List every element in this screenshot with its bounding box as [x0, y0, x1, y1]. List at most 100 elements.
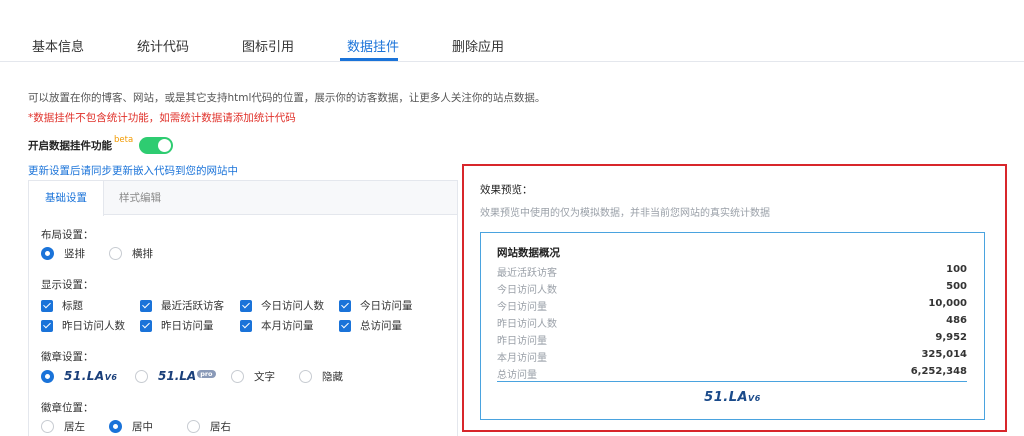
stat-row: 今日访问量 10,000 [497, 298, 967, 314]
settings-tab-bar: 基础设置 样式编辑 [29, 181, 457, 216]
checkbox-checked [41, 299, 53, 312]
settings-panel: 基础设置 样式编辑 布局设置： 竖排 横排 显示设置： 标题 最近活跃访客 今日… [28, 180, 458, 436]
enable-widget-label: 开启数据挂件功能 [28, 139, 112, 152]
display-checkbox-total-views[interactable]: 总访问量 [339, 318, 402, 333]
checkbox-checked [240, 319, 252, 332]
stat-label: 最近活跃访客 [497, 268, 557, 279]
widget-preview-card: 网站数据概况 最近活跃访客 100 今日访问人数 500 今日访问量 10,000 昨日访问… [480, 232, 985, 420]
checkbox-checked [240, 299, 252, 312]
tab-icon-reference[interactable]: 图标引用 [242, 36, 294, 55]
badge-option-pro-logo[interactable]: 51.LA pro [135, 369, 216, 383]
logo-51la-pro: 51.LA pro [158, 369, 216, 383]
tab-delete-app[interactable]: 删除应用 [452, 36, 504, 55]
stat-row: 昨日访问人数 486 [497, 315, 967, 331]
layout-vertical-label: 竖排 [64, 248, 85, 260]
display-checkbox-today-views[interactable]: 今日访问量 [339, 298, 413, 313]
radio-unselected [231, 370, 244, 383]
display-item-label: 本月访问量 [261, 320, 314, 332]
checkbox-checked [339, 299, 351, 312]
sync-embed-code-link[interactable]: 更新设置后请同步更新嵌入代码到您的网站中 [28, 163, 238, 178]
logo-51la-v6: 51.LAV6 [64, 369, 118, 383]
display-item-label: 今日访问人数 [261, 300, 324, 312]
stat-value: 486 [946, 315, 967, 326]
stat-value: 10,000 [928, 298, 967, 309]
display-item-label: 昨日访问量 [161, 320, 214, 332]
beta-badge: beta [114, 135, 134, 145]
radio-unselected [299, 370, 312, 383]
display-checkbox-yesterday-visitors[interactable]: 昨日访问人数 [41, 318, 125, 333]
preview-title: 效果预览： [480, 184, 533, 196]
layout-horizontal-label: 横排 [132, 248, 153, 260]
widget-card-title: 网站数据概况 [497, 247, 560, 259]
widget-warning: *数据挂件不包含统计功能，如需统计数据请添加统计代码 [28, 112, 296, 124]
stat-row: 总访问量 6,252,348 [497, 366, 967, 382]
position-right-label: 居右 [210, 421, 231, 433]
display-item-label: 昨日访问人数 [62, 320, 125, 332]
badge-settings-title: 徽章设置： [41, 351, 94, 363]
badge-option-hide[interactable]: 隐藏 [299, 369, 343, 384]
stat-value: 6,252,348 [910, 366, 967, 377]
active-tab-indicator [340, 58, 398, 61]
widget-logo: 51.LAV6 [704, 390, 761, 405]
tab-data-widget[interactable]: 数据挂件 [347, 36, 399, 55]
radio-unselected [135, 369, 148, 383]
radio-unselected [187, 420, 200, 433]
display-checkbox-today-visitors[interactable]: 今日访问人数 [240, 298, 324, 313]
radio-selected [41, 369, 54, 383]
position-center-label: 居中 [132, 421, 153, 433]
top-tab-bar: 基本信息 统计代码 图标引用 数据挂件 删除应用 [0, 0, 1024, 62]
widget-description: 可以放置在你的博客、网站，或是其它支持html代码的位置，展示你的访客数据，让更… [28, 92, 546, 104]
checkbox-checked [41, 319, 53, 332]
display-checkbox-recent-visitors[interactable]: 最近活跃访客 [140, 298, 224, 313]
checkbox-checked [140, 299, 152, 312]
display-settings-title: 显示设置： [41, 279, 94, 291]
layout-horizontal-option[interactable]: 横排 [109, 246, 153, 261]
radio-selected [41, 247, 54, 260]
stat-value: 9,952 [935, 332, 967, 343]
layout-settings-title: 布局设置： [41, 229, 94, 241]
position-center-option[interactable]: 居中 [109, 419, 153, 434]
tab-style-edit[interactable]: 样式编辑 [103, 181, 177, 215]
stat-label: 总访问量 [497, 370, 537, 381]
stat-value: 325,014 [921, 349, 967, 360]
tab-stat-code[interactable]: 统计代码 [137, 36, 189, 55]
stat-row: 今日访问人数 500 [497, 281, 967, 297]
stat-value: 100 [946, 264, 967, 275]
stat-label: 昨日访问量 [497, 336, 547, 347]
position-left-label: 居左 [64, 421, 85, 433]
stat-row: 本月访问量 325,014 [497, 349, 967, 365]
display-checkbox-month-views[interactable]: 本月访问量 [240, 318, 314, 333]
position-left-option[interactable]: 居左 [41, 419, 85, 434]
tab-basic-info[interactable]: 基本信息 [32, 36, 84, 55]
layout-vertical-option[interactable]: 竖排 [41, 246, 85, 261]
radio-unselected [109, 247, 122, 260]
badge-text-label: 文字 [254, 371, 275, 383]
badge-position-title: 徽章位置： [41, 402, 94, 414]
display-item-label: 今日访问量 [360, 300, 413, 312]
badge-option-v6-logo[interactable]: 51.LAV6 [41, 369, 117, 383]
tab-basic-settings[interactable]: 基础设置 [29, 181, 104, 216]
display-item-label: 标题 [62, 300, 83, 312]
stat-row: 昨日访问量 9,952 [497, 332, 967, 348]
badge-option-text[interactable]: 文字 [231, 369, 275, 384]
preview-highlight-box: 效果预览： 效果预览中使用的仅为模拟数据，并非当前您网站的真实统计数据 网站数据… [462, 164, 1007, 432]
enable-widget-toggle[interactable] [139, 136, 174, 154]
display-item-label: 总访问量 [360, 320, 402, 332]
toggle-knob [158, 138, 172, 152]
checkbox-checked [140, 319, 152, 332]
card-divider [497, 381, 967, 382]
display-checkbox-yesterday-views[interactable]: 昨日访问量 [140, 318, 214, 333]
display-item-label: 最近活跃访客 [161, 300, 224, 312]
enable-widget-row: 开启数据挂件功能 beta [28, 135, 174, 154]
stat-row: 最近活跃访客 100 [497, 264, 967, 280]
stat-value: 500 [946, 281, 967, 292]
stat-label: 昨日访问人数 [497, 319, 557, 330]
radio-unselected [41, 420, 54, 433]
checkbox-checked [339, 319, 351, 332]
preview-description: 效果预览中使用的仅为模拟数据，并非当前您网站的真实统计数据 [480, 208, 770, 219]
radio-selected [109, 420, 122, 433]
position-right-option[interactable]: 居右 [187, 419, 231, 434]
display-checkbox-title[interactable]: 标题 [41, 298, 83, 313]
stat-label: 本月访问量 [497, 353, 547, 364]
stat-label: 今日访问人数 [497, 285, 557, 296]
